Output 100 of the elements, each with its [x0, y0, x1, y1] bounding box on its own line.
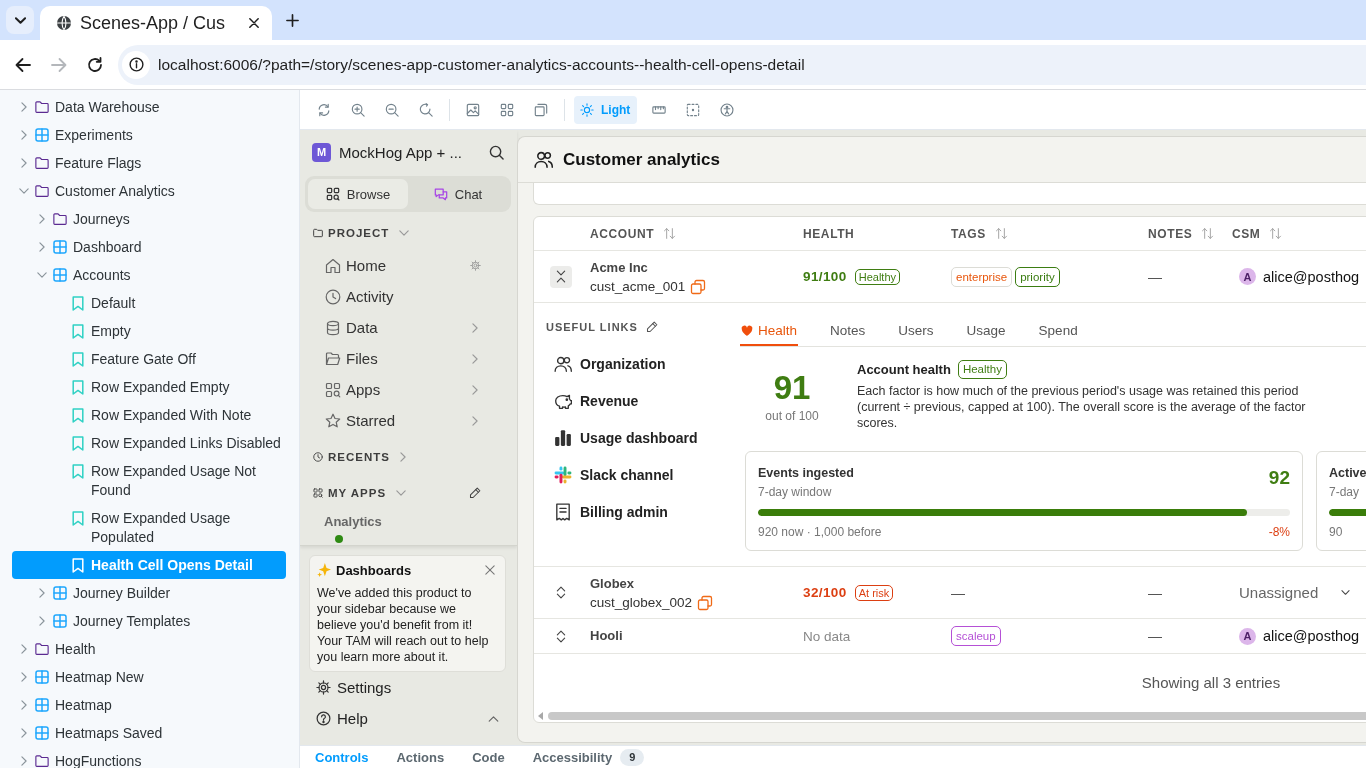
health-score: No data: [803, 628, 851, 644]
people-icon: [554, 354, 572, 373]
tree-item[interactable]: Journey Builder: [12, 579, 286, 607]
tree-item[interactable]: Feature Flags: [12, 149, 286, 177]
tree-item[interactable]: Health: [12, 635, 286, 663]
edit-button[interactable]: [645, 321, 658, 333]
column-header[interactable]: NOTES: [1148, 226, 1193, 241]
tab[interactable]: Notes: [829, 317, 867, 346]
help-icon: [316, 711, 331, 726]
reload-icon: [87, 56, 103, 73]
account-name: Acme Inc: [590, 258, 649, 277]
receipt-icon: [554, 502, 572, 521]
tree-item[interactable]: HogFunctions: [12, 747, 286, 768]
copy-button[interactable]: [697, 594, 714, 611]
tree-item[interactable]: Empty: [12, 317, 286, 345]
tree-item[interactable]: Row Expanded Links Disabled: [12, 429, 286, 457]
tab[interactable]: Usage: [965, 317, 1007, 346]
people-icon: [534, 150, 553, 169]
nav-item[interactable]: Help: [300, 703, 517, 734]
bookmark-icon: [72, 557, 84, 573]
section-header[interactable]: RECENTS: [313, 451, 481, 463]
outline-icon: [534, 102, 548, 117]
tab[interactable]: Spend: [1037, 317, 1079, 346]
link[interactable]: Usage dashboard: [546, 419, 740, 456]
heart-icon: [741, 324, 753, 337]
zoom-out-icon: [385, 102, 399, 117]
folder-icon: [35, 754, 49, 768]
tree-item[interactable]: Row Expanded Usage Populated: [12, 504, 286, 551]
accessibility-icon: [720, 102, 735, 117]
mode-tab[interactable]: Chat: [408, 179, 508, 209]
grid-icon: [53, 586, 67, 600]
tree-item[interactable]: Feature Gate Off: [12, 345, 286, 373]
sort-icon[interactable]: [1201, 227, 1215, 240]
nav-item[interactable]: Settings: [300, 672, 517, 703]
sort-icon[interactable]: [663, 227, 677, 240]
link[interactable]: Organization: [546, 345, 740, 382]
tree-item[interactable]: Accounts: [12, 261, 286, 289]
collapse-button[interactable]: [550, 265, 572, 288]
project-name[interactable]: MockHog App + ...: [339, 143, 487, 161]
tree-item[interactable]: Journeys: [12, 205, 286, 233]
health-score: 91: [772, 371, 812, 405]
tree-item[interactable]: Customer Analytics: [12, 177, 286, 205]
sort-icon[interactable]: [994, 227, 1008, 240]
account-id: cust_acme_001: [590, 279, 686, 294]
tree-item[interactable]: Default: [12, 289, 286, 317]
factor-score: 92: [1268, 467, 1290, 489]
tree-item[interactable]: Experiments: [12, 121, 286, 149]
mode-tab[interactable]: Browse: [308, 179, 408, 209]
tree-item[interactable]: Data Warehouse: [12, 93, 286, 121]
nav-item[interactable]: Data: [300, 312, 517, 343]
close-button[interactable]: [483, 563, 497, 577]
tree-item[interactable]: Heatmap New: [12, 663, 286, 691]
grid-search-icon: [325, 187, 340, 201]
tree-item[interactable]: Journey Templates: [12, 607, 286, 635]
tab[interactable]: Users: [897, 317, 935, 346]
search-button[interactable]: [487, 143, 505, 161]
csm-dropdown[interactable]: Unassigned: [1239, 584, 1350, 601]
column-header[interactable]: TAGS: [951, 226, 986, 241]
panel-tab[interactable]: Code: [472, 746, 505, 766]
factor-summary: 90: [1329, 525, 1343, 539]
link[interactable]: Slack channel: [546, 456, 740, 493]
panel-tab[interactable]: Accessibility 9: [532, 746, 645, 766]
nav-item[interactable]: Activity: [300, 281, 517, 312]
notes-value: —: [1148, 584, 1162, 601]
home-icon: [325, 257, 341, 274]
column-header[interactable]: CSM: [1232, 226, 1261, 241]
column-header[interactable]: ACCOUNT: [590, 226, 655, 241]
copy-button[interactable]: [690, 278, 707, 295]
link[interactable]: Revenue: [546, 382, 740, 419]
tree-item[interactable]: Row Expanded With Note: [12, 401, 286, 429]
section-header[interactable]: PROJECT: [313, 227, 481, 239]
edit-button[interactable]: [469, 487, 481, 499]
sort-icon[interactable]: [1269, 227, 1283, 240]
grid-icon: [500, 102, 514, 117]
nav-item[interactable]: Files: [300, 343, 517, 374]
project-avatar: M: [312, 142, 331, 162]
tree-item[interactable]: Row Expanded Usage Not Found: [12, 457, 286, 504]
panel-tab[interactable]: Actions: [396, 746, 445, 766]
tree-item[interactable]: Row Expanded Empty: [12, 373, 286, 401]
tree-item[interactable]: Dashboard: [12, 233, 286, 261]
health-score[interactable]: 32/100: [803, 585, 847, 600]
section-header[interactable]: MY APPS: [313, 487, 469, 499]
info-icon[interactable]: [128, 57, 144, 72]
tree-item[interactable]: Heatmaps Saved: [12, 719, 286, 747]
tab[interactable]: Health: [740, 317, 799, 346]
grid-icon: [35, 698, 49, 712]
chevrons-out-icon: [556, 629, 566, 643]
health-score[interactable]: 91/100: [803, 269, 847, 284]
tab-list-button[interactable]: [6, 6, 34, 34]
count-badge: 9: [620, 749, 645, 766]
browser-tab[interactable]: Scenes-App / Cus: [40, 6, 272, 40]
dashed-square-icon: [686, 102, 701, 117]
nav-item[interactable]: Starred: [300, 405, 517, 436]
nav-item[interactable]: Home: [300, 250, 517, 281]
star-icon: [325, 412, 341, 429]
mode-switch[interactable]: Browse Chat: [305, 176, 511, 212]
link[interactable]: Billing admin: [546, 493, 740, 530]
nav-item[interactable]: Apps: [300, 374, 517, 405]
address-bar[interactable]: localhost:6006/?path=/story/scenes-app-customer-analytics-accounts--health-cell-opens-detail: [118, 44, 1366, 85]
tree-item[interactable]: Heatmap: [12, 691, 286, 719]
